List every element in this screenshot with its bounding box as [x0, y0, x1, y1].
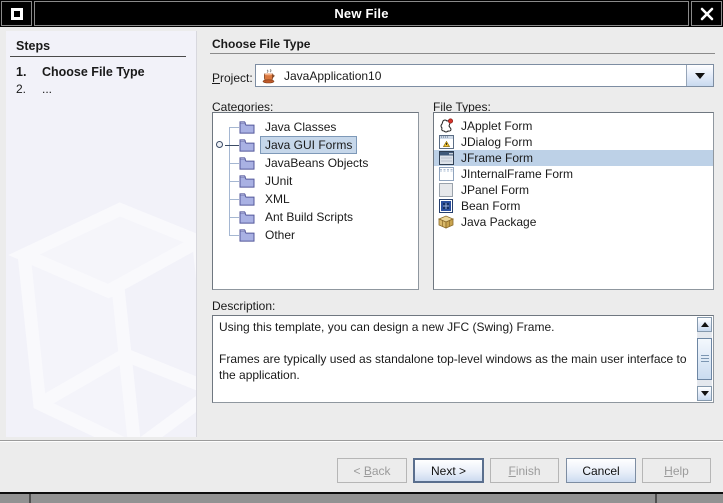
step-label: Choose File Type — [42, 65, 145, 79]
tree-item-xml[interactable]: XML — [213, 190, 418, 208]
categories-tree[interactable]: Java Classes Java GUI Forms JavaBeans Ob… — [212, 112, 419, 290]
description-label: Description: — [212, 299, 275, 313]
tree-item-javabeans-objects[interactable]: JavaBeans Objects — [213, 154, 418, 172]
header-divider — [210, 53, 715, 54]
folder-icon — [239, 156, 255, 170]
scroll-down-button[interactable] — [697, 386, 712, 401]
tree-item-java-gui-forms[interactable]: Java GUI Forms — [213, 136, 418, 154]
jdialog-icon — [439, 135, 454, 149]
project-combobox-arrow-button[interactable] — [686, 65, 713, 86]
description-scrollbar[interactable] — [697, 317, 712, 401]
page-title: Choose File Type — [212, 37, 310, 51]
close-icon — [700, 7, 714, 21]
folder-icon — [239, 120, 255, 134]
list-item-jdialog-form[interactable]: JDialog Form — [434, 134, 713, 150]
java-package-icon — [438, 215, 454, 229]
japplet-icon — [439, 118, 454, 133]
scrollbar-grip-icon — [701, 355, 709, 363]
titlebar-drag-area[interactable]: New File — [34, 1, 689, 26]
scrollbar-thumb[interactable] — [697, 338, 712, 380]
window-resize-bar[interactable] — [0, 492, 723, 503]
resize-handle-tick — [655, 494, 657, 503]
steps-panel: Steps 1. Choose File Type 2. ... — [6, 31, 197, 437]
project-combobox[interactable]: JavaApplication10 — [255, 64, 714, 87]
step-item-2: 2. ... — [16, 82, 52, 96]
window-title: New File — [334, 6, 388, 21]
button-bar-divider — [0, 440, 723, 442]
titlebar[interactable]: New File — [0, 0, 723, 27]
chevron-down-icon — [695, 73, 705, 79]
tree-expand-handle[interactable] — [216, 141, 223, 148]
list-item-bean-form[interactable]: Bean Form — [434, 198, 713, 214]
folder-icon — [239, 174, 255, 188]
step-number: 2. — [16, 82, 42, 96]
project-label: Project: — [212, 71, 253, 85]
back-button[interactable]: < Back — [337, 458, 407, 483]
step-item-1: 1. Choose File Type — [16, 65, 145, 79]
arrow-down-icon — [701, 391, 709, 396]
cube-watermark-icon — [6, 157, 197, 437]
step-label: ... — [42, 82, 52, 96]
folder-icon — [239, 138, 255, 152]
list-item-jinternalframe-form[interactable]: JInternalFrame Form — [434, 166, 713, 182]
folder-icon — [239, 210, 255, 224]
jinternalframe-icon — [439, 167, 454, 181]
list-item-java-package[interactable]: Java Package — [434, 214, 713, 230]
project-combobox-value[interactable]: JavaApplication10 — [256, 65, 686, 86]
list-item-jframe-form[interactable]: JFrame Form — [434, 150, 713, 166]
jpanel-icon — [439, 183, 453, 197]
bean-icon — [439, 199, 453, 213]
tree-item-ant-build-scripts[interactable]: Ant Build Scripts — [213, 208, 418, 226]
list-item-jpanel-form[interactable]: JPanel Form — [434, 182, 713, 198]
folder-icon — [239, 192, 255, 206]
description-paragraph: Frames are typically used as standalone … — [219, 351, 692, 383]
steps-divider — [10, 56, 186, 57]
step-number: 1. — [16, 65, 42, 79]
window-menu-icon — [11, 8, 23, 20]
window-menu-button[interactable] — [1, 1, 32, 26]
tree-item-junit[interactable]: JUnit — [213, 172, 418, 190]
finish-button[interactable]: Finish — [490, 458, 559, 483]
project-value: JavaApplication10 — [284, 69, 381, 83]
jframe-icon — [439, 151, 454, 165]
steps-title: Steps — [16, 39, 50, 53]
description-paragraph: Most Swing applications are built starti… — [219, 399, 692, 402]
new-file-dialog: New File Steps 1. Choose File Type 2. — [0, 0, 723, 503]
file-types-list[interactable]: JApplet Form JDialog Form JFrame Form — [433, 112, 714, 290]
tree-item-other[interactable]: Other — [213, 226, 418, 244]
resize-handle-tick — [29, 494, 31, 503]
help-button[interactable]: Help — [642, 458, 711, 483]
scroll-up-button[interactable] — [697, 317, 712, 332]
arrow-up-icon — [701, 322, 709, 327]
folder-icon — [239, 228, 255, 242]
description-panel: Using this template, you can design a ne… — [212, 315, 714, 403]
list-item-japplet-form[interactable]: JApplet Form — [434, 118, 713, 134]
tree-item-java-classes[interactable]: Java Classes — [213, 118, 418, 136]
cancel-button[interactable]: Cancel — [566, 458, 636, 483]
description-text: Using this template, you can design a ne… — [213, 316, 696, 402]
next-button[interactable]: Next > — [413, 458, 484, 483]
java-project-icon — [261, 68, 277, 84]
close-button[interactable] — [691, 1, 722, 26]
description-paragraph: Using this template, you can design a ne… — [219, 319, 692, 335]
